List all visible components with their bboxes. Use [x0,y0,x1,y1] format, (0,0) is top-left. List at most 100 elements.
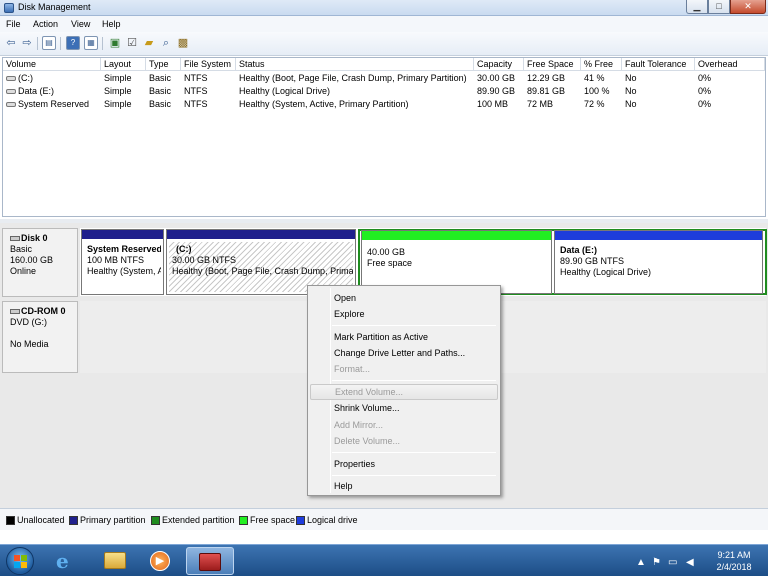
cdrom0-type: DVD (G:) [10,317,47,327]
back-icon[interactable]: ⇦ [4,36,18,50]
legend-extended: Extended partition [162,515,235,525]
show-hidden-icons[interactable]: ▲ [636,557,646,568]
disk-management-icon [4,3,14,13]
volume-list[interactable]: Volume Layout Type File System Status Ca… [2,57,766,217]
legend-free: Free space [250,515,296,525]
menu-item-help[interactable]: Help [310,478,498,494]
cell-status: Healthy (Boot, Page File, Crash Dump, Pr… [239,73,467,83]
internet-explorer-icon: e [56,549,69,573]
toolbar-separator [37,37,38,50]
menu-item-shrink-volume[interactable]: Shrink Volume... [310,400,498,416]
menu-item-explore[interactable]: Explore [310,306,498,322]
menu-item-delete-volume[interactable]: Delete Volume... [310,433,498,449]
partition-data-e[interactable]: Data (E:) 89.90 GB NTFS Healthy (Logical… [554,230,763,294]
legend: Unallocated Primary partition Extended p… [0,508,768,530]
menu-item-change-drive-letter[interactable]: Change Drive Letter and Paths... [310,345,498,361]
menu-view[interactable]: View [71,19,90,29]
settings-icon[interactable]: ▩ [176,36,190,50]
network-icon[interactable]: ▭ [668,557,677,568]
menu-item-add-mirror[interactable]: Add Mirror... [310,417,498,433]
show-hide-icon[interactable]: ▦ [84,36,98,50]
col-overhead[interactable]: Overhead [695,58,765,71]
cell-free-space: 89.81 GB [527,86,566,96]
clock-time: 9:21 AM [717,550,751,560]
close-button[interactable]: ✕ [730,0,766,14]
disk0-status: Online [10,266,37,276]
disk0-info[interactable]: Disk 0 Basic 160.00 GB Online [2,228,78,297]
cdrom0-info[interactable]: CD-ROM 0 DVD (G:) No Media [2,301,78,373]
partition-name: Data (E:) [560,245,598,255]
minimize-button[interactable]: ▁ [686,0,708,14]
cell-volume: Data (E:) [18,86,55,96]
volume-icon [6,89,16,94]
menu-item-format[interactable]: Format... [310,361,498,377]
col-type[interactable]: Type [146,58,181,71]
properties-icon[interactable]: ☑ [125,36,139,50]
menu-item-open[interactable]: Open [310,290,498,306]
volume-icon[interactable]: ◀ [686,557,694,568]
taskbar-computer-management[interactable] [186,547,234,575]
partition-header-primary [167,230,355,239]
taskbar-media-player[interactable]: ▶ [140,547,188,575]
col-volume[interactable]: Volume [3,58,101,71]
cell-capacity: 30.00 GB [477,73,516,83]
cell-layout: Simple [104,86,132,96]
forward-icon[interactable]: ⇨ [20,36,34,50]
action-center-icon[interactable]: ⚑ [652,557,661,568]
cell-file-system: NTFS [184,86,208,96]
cell-type: Basic [149,99,172,109]
menu-separator [332,325,496,326]
partition-header-logical [555,231,762,240]
col-percent-free[interactable]: % Free [581,58,622,71]
menu-item-mark-active[interactable]: Mark Partition as Active [310,329,498,345]
cell-layout: Simple [104,99,132,109]
cell-volume: (C:) [18,73,33,83]
cell-percent-free: 100 % [584,86,610,96]
volume-icon [6,102,16,107]
partition-header-primary [82,230,163,239]
maximize-button[interactable]: □ [708,0,730,14]
clock[interactable]: 9:21 AM 2/4/2018 [706,549,762,573]
legend-swatch-free [239,516,248,525]
cell-capacity: 89.90 GB [477,86,516,96]
partition-name: (C:) [176,244,192,254]
col-free-space[interactable]: Free Space [524,58,581,71]
start-button[interactable] [6,547,34,575]
col-file-system[interactable]: File System [181,58,236,71]
menu-action[interactable]: Action [33,19,58,29]
toolbar-separator [60,37,61,50]
col-fault-tolerance[interactable]: Fault Tolerance [622,58,695,71]
taskbar-internet-explorer[interactable]: e [44,547,92,575]
col-capacity[interactable]: Capacity [474,58,524,71]
partition-size: 100 MB NTFS [87,255,145,265]
context-menu: Open Explore Mark Partition as Active Ch… [307,285,501,496]
partition-status: Healthy (Boot, Page File, Crash Dump, Pr… [172,266,353,276]
legend-primary: Primary partition [80,515,146,525]
connect-icon[interactable]: ▣ [108,36,122,50]
open-folder-icon[interactable]: ▰ [142,36,156,50]
legend-swatch-primary [69,516,78,525]
menu-file[interactable]: File [6,19,21,29]
clock-date: 2/4/2018 [716,562,752,572]
media-player-icon: ▶ [150,551,170,571]
menu-item-extend-volume[interactable]: Extend Volume... [310,384,498,400]
cd-drive-icon [10,309,20,314]
window-title: Disk Management [18,2,91,12]
cell-fault-tolerance: No [625,86,637,96]
partition-status: Free space [367,258,413,268]
partition-system-reserved[interactable]: System Reserved 100 MB NTFS Healthy (Sys… [81,229,164,295]
col-layout[interactable]: Layout [101,58,146,71]
legend-swatch-extended [151,516,160,525]
menu-item-properties[interactable]: Properties [310,456,498,472]
volume-icon [6,76,16,81]
col-status[interactable]: Status [236,58,474,71]
cell-percent-free: 72 % [584,99,605,109]
disk0-name: Disk 0 [21,233,48,243]
search-icon[interactable]: ⌕ [159,36,173,50]
taskbar-explorer[interactable] [92,547,140,575]
menu-help[interactable]: Help [102,19,121,29]
console-tree-icon[interactable]: ▤ [42,36,56,50]
folder-icon [104,552,126,569]
computer-management-icon [199,553,221,571]
help-icon[interactable]: ? [66,36,80,50]
